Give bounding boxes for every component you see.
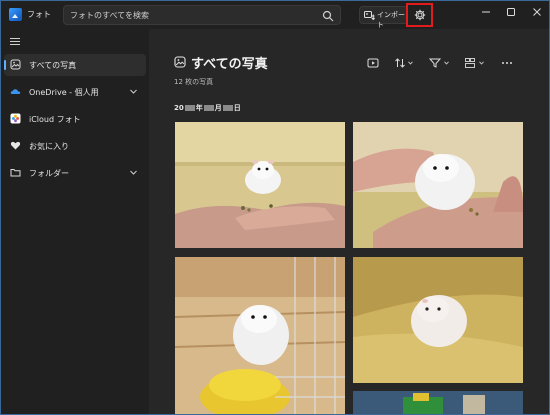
slideshow-icon xyxy=(367,58,379,68)
photo-image xyxy=(175,122,345,248)
view-icon xyxy=(465,58,475,68)
folder-icon xyxy=(10,169,21,177)
slideshow-button[interactable] xyxy=(367,57,379,69)
photo-image xyxy=(175,257,345,414)
chevron-down-icon[interactable] xyxy=(444,61,449,65)
onedrive-icon xyxy=(10,89,21,94)
chevron-down-icon[interactable] xyxy=(130,170,137,175)
chevron-down-icon[interactable] xyxy=(130,89,137,94)
photo-image xyxy=(353,257,523,383)
photo-thumbnail[interactable] xyxy=(175,257,345,414)
view-button[interactable] xyxy=(464,57,476,69)
sidebar-item-folders[interactable]: フォルダー xyxy=(4,162,146,184)
sidebar-item-onedrive[interactable]: OneDrive - 個人用 xyxy=(4,81,146,103)
photo-image xyxy=(353,391,523,414)
search-input[interactable] xyxy=(70,8,310,22)
search-box[interactable] xyxy=(63,5,341,25)
hamburger-menu-icon[interactable] xyxy=(10,38,20,46)
redacted-year xyxy=(184,105,195,111)
minimize-icon[interactable] xyxy=(480,6,492,18)
more-options-button[interactable] xyxy=(501,57,513,69)
selection-indicator xyxy=(4,60,6,70)
more-icon xyxy=(502,62,512,64)
sidebar: すべての写真 OneDrive - 個人用 iCloud フォト お気に入り フ… xyxy=(1,29,149,414)
date-part: 日 xyxy=(233,104,241,112)
import-label: インポート xyxy=(377,11,405,29)
main-content: すべての写真 12 枚の写真 20 年 月 日 xyxy=(149,29,549,414)
chevron-down-icon[interactable] xyxy=(479,61,484,65)
heart-icon xyxy=(10,141,21,150)
sidebar-item-label: フォルダー xyxy=(29,169,69,178)
photo-thumbnail[interactable] xyxy=(175,122,345,248)
sidebar-item-icloud[interactable]: iCloud フォト xyxy=(4,108,146,130)
photo-thumbnail[interactable] xyxy=(353,122,523,248)
date-part: 月 xyxy=(214,104,222,112)
photos-app-icon xyxy=(9,8,22,21)
app-title: フォト xyxy=(27,10,51,19)
sidebar-item-favorites[interactable]: お気に入り xyxy=(4,135,146,157)
gear-icon xyxy=(414,9,426,21)
date-part: 20 xyxy=(174,104,184,112)
photo-thumbnail[interactable] xyxy=(353,257,523,383)
import-button[interactable]: インポート xyxy=(359,6,409,29)
sidebar-item-label: お気に入り xyxy=(29,142,69,151)
photos-icon xyxy=(10,59,21,70)
sidebar-item-label: OneDrive - 個人用 xyxy=(29,88,99,97)
maximize-icon[interactable] xyxy=(505,6,517,18)
import-icon xyxy=(364,11,375,21)
chevron-down-icon[interactable] xyxy=(408,61,413,65)
redacted-month xyxy=(203,105,214,111)
settings-button[interactable] xyxy=(406,3,433,27)
page-title: すべての写真 xyxy=(191,57,268,72)
sidebar-item-all-photos[interactable]: すべての写真 xyxy=(4,54,146,76)
date-part: 年 xyxy=(195,104,203,112)
date-heading: 20 年 月 日 xyxy=(174,103,241,113)
close-icon[interactable] xyxy=(531,6,543,18)
icloud-icon xyxy=(10,113,21,124)
filter-icon xyxy=(429,58,441,68)
redacted-day xyxy=(222,105,233,111)
sort-icon xyxy=(395,58,405,68)
sidebar-item-label: すべての写真 xyxy=(29,61,77,70)
photos-icon xyxy=(174,56,186,68)
photo-image xyxy=(353,122,523,248)
filter-button[interactable] xyxy=(429,57,441,69)
sort-button[interactable] xyxy=(394,57,406,69)
title-bar: フォト インポート xyxy=(1,1,549,29)
photo-thumbnail[interactable] xyxy=(353,391,523,414)
sidebar-item-label: iCloud フォト xyxy=(29,115,81,124)
search-icon[interactable] xyxy=(322,10,334,22)
photo-count: 12 枚の写真 xyxy=(174,78,214,86)
